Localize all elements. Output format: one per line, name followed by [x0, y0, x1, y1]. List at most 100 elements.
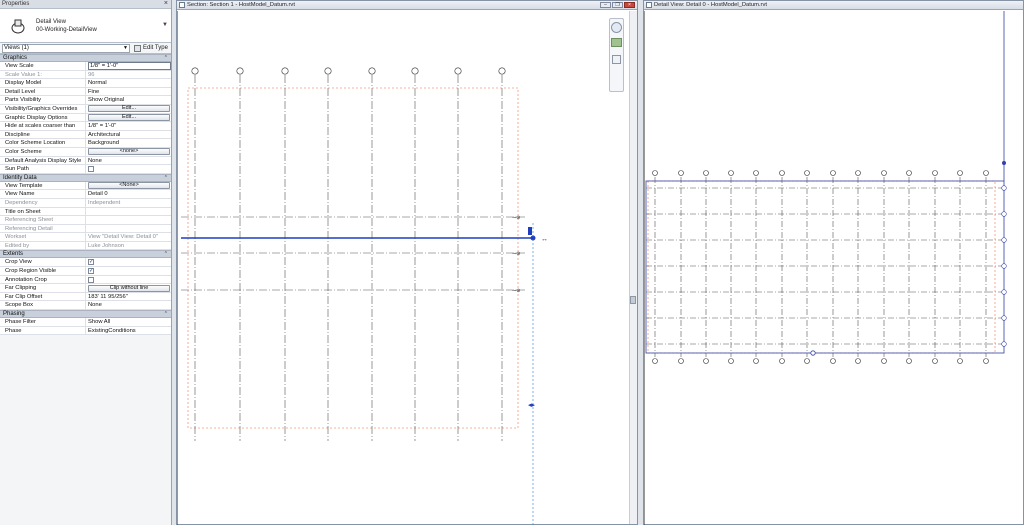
section-canvas[interactable]: ⊸⊕ ⊸⊕ ⊸⊕ ↔ ◂▸ — [177, 11, 629, 525]
property-value[interactable]: Show All — [86, 318, 171, 326]
line-end-handle — [1001, 315, 1007, 321]
property-value[interactable]: 183' 11 95/256" — [86, 293, 171, 301]
property-value[interactable] — [86, 276, 171, 284]
grid-head — [652, 170, 658, 176]
property-value[interactable]: Fine — [86, 88, 171, 96]
grid-head — [779, 358, 785, 364]
property-row: Discipline Architectural — [0, 130, 171, 140]
property-value[interactable] — [86, 208, 171, 216]
section-header[interactable]: Phasing ⌃ — [0, 310, 171, 319]
scrollbar-thumb[interactable] — [630, 296, 636, 304]
property-label: Far Clip Offset — [0, 292, 86, 301]
property-value[interactable]: <none> — [86, 148, 171, 156]
property-value[interactable]: Edit... — [86, 114, 171, 122]
property-value[interactable]: None — [86, 301, 171, 309]
property-label: Crop View — [0, 258, 86, 267]
grid-head — [906, 358, 912, 364]
property-value[interactable]: ExistingConditions — [86, 327, 171, 335]
vertical-scrollbar[interactable] — [629, 11, 637, 524]
section-header-label: Identity Data — [3, 174, 37, 181]
collapse-icon[interactable]: ⌃ — [164, 175, 168, 181]
property-value[interactable]: ✓ — [86, 258, 171, 266]
property-label: Display Model — [0, 79, 86, 87]
crop-handle — [810, 350, 816, 356]
instance-filter-dropdown[interactable]: Views (1) ▼ — [2, 43, 130, 53]
section-header-label: Phasing — [3, 311, 25, 318]
property-row: Graphic Display Options Edit... — [0, 113, 171, 123]
collapse-icon[interactable]: ⌃ — [164, 55, 168, 61]
line-end-handle — [1001, 211, 1007, 217]
detail-window-title: Detail View: Detail 0 - HostModel_Datum.… — [654, 2, 767, 8]
edit-type-label: Edit Type — [143, 45, 168, 51]
detail-view-type-icon — [3, 11, 33, 41]
property-value[interactable]: ✓ — [86, 267, 171, 275]
property-value[interactable]: Show Original — [86, 96, 171, 104]
property-row: Phase Filter Show All — [0, 318, 171, 327]
view-icon — [646, 2, 652, 8]
property-label: Sun Path — [0, 165, 86, 173]
collapse-icon[interactable]: ⌃ — [164, 311, 168, 317]
restore-button[interactable]: ❐ — [612, 2, 623, 8]
property-label: Referencing Sheet — [0, 216, 86, 224]
property-value[interactable] — [86, 165, 171, 173]
property-row: Phase ExistingConditions — [0, 326, 171, 336]
property-checkbox[interactable]: ✓ — [88, 268, 94, 275]
property-value: Independent — [88, 199, 121, 206]
property-button[interactable]: Clip without line — [88, 284, 170, 292]
grid-head — [753, 358, 759, 364]
section-header[interactable]: Identity Data ⌃ — [0, 173, 171, 182]
revit-workspace: Properties × Detail View 00-Working-Deta… — [0, 0, 1024, 525]
level-head-icon: ⊸⊕ — [512, 251, 520, 257]
chevron-down-icon[interactable]: ▼ — [162, 22, 168, 28]
property-input[interactable]: 1/8" = 1'-0" — [88, 62, 171, 70]
property-value[interactable]: 1/8" = 1'-0" — [86, 62, 171, 70]
property-label: Dependency — [0, 198, 86, 207]
property-label: Scope Box — [0, 301, 86, 310]
property-value[interactable]: 1/8" = 1'-0" — [86, 122, 171, 130]
property-label: Edited by — [0, 241, 86, 250]
property-checkbox[interactable] — [88, 166, 94, 173]
grid-head — [368, 67, 376, 75]
section-header[interactable]: Graphics ⌃ — [0, 54, 171, 62]
property-checkbox[interactable]: ✓ — [88, 259, 94, 266]
detail-view-window[interactable]: Detail View: Detail 0 - HostModel_Datum.… — [643, 0, 1024, 525]
grid-head — [454, 67, 462, 75]
property-row: Color Scheme <none> — [0, 147, 171, 157]
property-value[interactable]: Edit... — [86, 105, 171, 113]
property-row: View Scale 1/8" = 1'-0" — [0, 62, 171, 71]
property-value[interactable]: Detail 0 — [86, 190, 171, 198]
property-value[interactable]: Normal — [86, 79, 171, 87]
property-value[interactable]: <None> — [86, 182, 171, 190]
property-button[interactable]: Edit... — [88, 114, 170, 122]
close-icon[interactable]: × — [164, 0, 168, 7]
collapse-icon[interactable]: ⌃ — [164, 251, 168, 257]
property-value[interactable]: Clip without line — [86, 284, 171, 292]
grid-head — [678, 358, 684, 364]
pan-icon[interactable] — [612, 55, 621, 64]
section-header-label: Extents — [3, 251, 24, 258]
grid-head — [855, 170, 861, 176]
section-header[interactable]: Extents ⌃ — [0, 250, 171, 259]
minimize-button[interactable]: – — [600, 2, 611, 8]
property-value[interactable]: Background — [86, 139, 171, 147]
instance-filter-value: Views (1) — [4, 45, 29, 51]
property-value[interactable]: Architectural — [86, 131, 171, 139]
type-selector[interactable]: Detail View 00-Working-DetailView ▼ — [0, 9, 171, 43]
property-button[interactable]: Edit... — [88, 105, 170, 113]
section-view-window[interactable]: Section: Section 1 - HostModel_Datum.rvt… — [176, 0, 638, 525]
steering-wheel-icon[interactable] — [611, 22, 622, 33]
property-value[interactable]: None — [86, 157, 171, 165]
edit-type-button[interactable]: Edit Type — [134, 44, 168, 52]
detail-canvas[interactable] — [644, 11, 1023, 525]
close-button[interactable]: × — [624, 2, 635, 8]
property-label: View Name — [0, 190, 86, 198]
property-row: Parts Visibility Show Original — [0, 96, 171, 105]
zoom-region-icon[interactable] — [611, 38, 622, 47]
view-icon — [179, 2, 185, 8]
property-button[interactable]: <None> — [88, 182, 170, 190]
detail-window-title-bar[interactable]: Detail View: Detail 0 - HostModel_Datum.… — [644, 1, 1023, 10]
property-checkbox[interactable] — [88, 276, 94, 283]
section-window-title-bar[interactable]: Section: Section 1 - HostModel_Datum.rvt… — [177, 1, 637, 10]
grid-head — [881, 358, 887, 364]
property-button[interactable]: <none> — [88, 148, 170, 156]
